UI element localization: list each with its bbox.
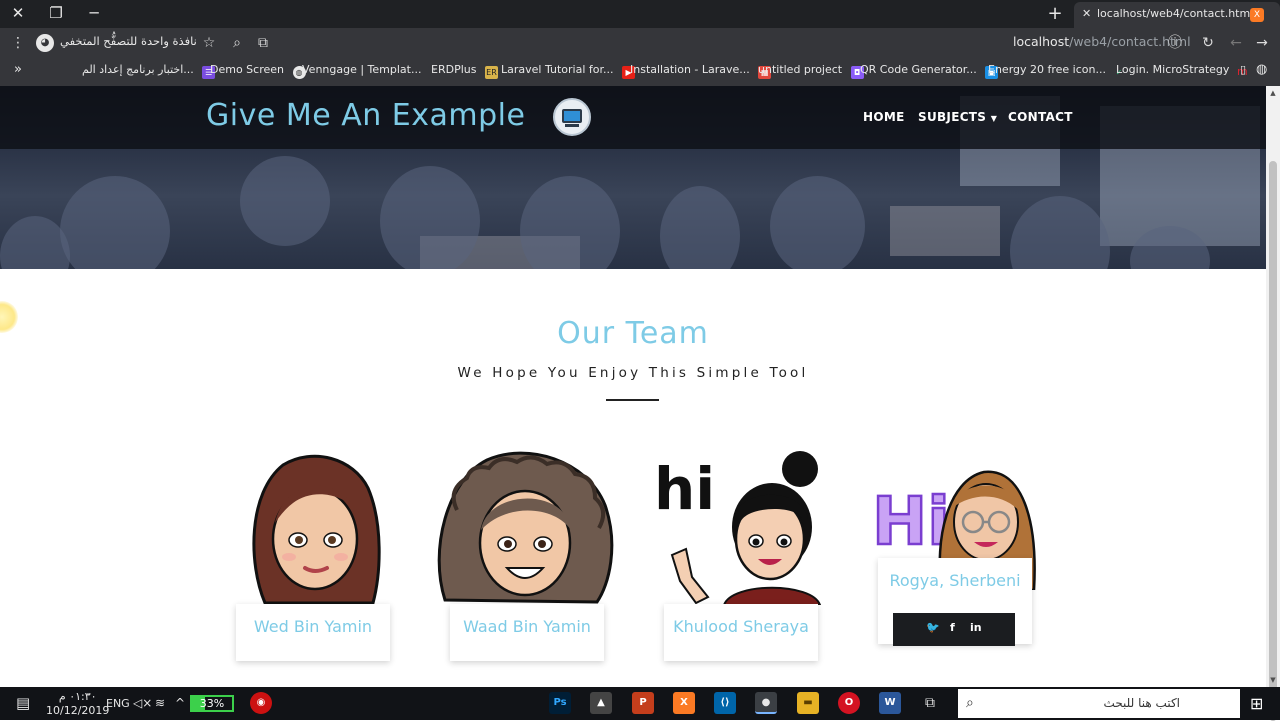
bookmark-item[interactable]: Energy 20 free icon... ✓ xyxy=(988,58,1130,86)
browser-toolbar: ⋮ ◕ نافذة واحدة للتصفُّح المتخفي ☆ ⌕ ⧉ l… xyxy=(0,28,1280,58)
windows-taskbar: ▤ ٠١:٣٠ م 10/12/2019 ENG ◁× ≋ ^ 33% ◉ Ps… xyxy=(0,687,1280,720)
bookmark-item[interactable]: untitled project ◘ xyxy=(758,58,869,86)
brand-logo-icon[interactable] xyxy=(553,98,591,136)
battery-percent: 33% xyxy=(199,697,225,710)
opera-icon[interactable]: O xyxy=(838,692,860,714)
word-icon[interactable]: W xyxy=(879,692,901,714)
bookmark-item[interactable]: Laravel Tutorial for... ▶ xyxy=(501,58,640,86)
clock-time[interactable]: ٠١:٣٠ م xyxy=(46,690,109,704)
nav-subjects[interactable]: SUBJECTS ▼ xyxy=(918,110,997,124)
notifications-icon[interactable]: ▤ xyxy=(16,687,30,720)
team-subtitle: We Hope You Enjoy This Simple Tool xyxy=(457,365,809,381)
bookmark-item[interactable]: Installation - Larave... ▦ xyxy=(630,58,776,86)
language-indicator[interactable]: ENG xyxy=(106,687,130,720)
volume-muted-icon[interactable]: ◁× xyxy=(133,687,152,720)
bookmark-item[interactable]: Login. MicroStrategy m xyxy=(1116,58,1254,86)
scrollbar-thumb[interactable] xyxy=(1269,161,1277,721)
browser-tab[interactable]: ✕ localhost/web4/contact.html X xyxy=(1074,2,1280,28)
incognito-icon[interactable]: ◕ xyxy=(36,34,54,52)
xampp-icon[interactable]: X xyxy=(673,692,695,714)
nav-home[interactable]: HOME xyxy=(863,110,905,124)
web-page: Give Me An Example HOME SUBJECTS ▼ CONTA… xyxy=(0,86,1266,687)
windows-start-icon[interactable]: ⊞ xyxy=(1250,687,1263,720)
restore-icon[interactable]: ❐ xyxy=(38,0,74,28)
scroll-down-icon[interactable]: ▼ xyxy=(1266,673,1280,687)
back-icon[interactable]: → xyxy=(1252,28,1272,58)
bookmark-item[interactable]: Venngage | Templat... ˅ xyxy=(302,58,446,86)
task-view-icon[interactable]: ⧉ xyxy=(925,687,935,720)
bookmarks-overflow-icon[interactable]: » xyxy=(14,58,22,86)
divider xyxy=(606,399,659,401)
new-tab-button[interactable]: + xyxy=(1045,3,1065,25)
bookmarks-bar: » اختبار برنامج إعداد الم... ☰ Demo Scre… xyxy=(0,58,1280,86)
wifi-icon[interactable]: ≋ xyxy=(155,687,165,720)
photos-icon[interactable]: ▲ xyxy=(590,692,612,714)
site-info-icon[interactable]: ⓘ xyxy=(1166,28,1184,58)
minimize-icon[interactable]: ─ xyxy=(76,0,112,28)
powerpoint-icon[interactable]: P xyxy=(632,692,654,714)
hero-banner: Give Me An Example HOME SUBJECTS ▼ CONTA… xyxy=(0,86,1266,269)
search-icon: ⌕ xyxy=(966,695,974,711)
avatar-hi-text: Hi xyxy=(872,483,950,560)
battery-indicator[interactable]: 33% xyxy=(190,695,234,712)
bookmark-item[interactable]: Demo Screen ◍ xyxy=(210,58,311,86)
member-name: Waad Bin Yamin xyxy=(463,617,591,636)
vscode-icon[interactable]: ⟨⟩ xyxy=(714,692,736,714)
facebook-icon[interactable]: f xyxy=(950,621,955,634)
member-name: Khulood Sheraya xyxy=(673,617,809,636)
bookmark-item[interactable]: QR Code Generator... ▣ xyxy=(860,58,1003,86)
avatar-khulood: hi xyxy=(654,451,822,605)
file-explorer-icon[interactable]: ▬ xyxy=(797,692,819,714)
bookmark-item[interactable]: ERDPlus ER xyxy=(431,58,503,86)
photoshop-icon[interactable]: Ps xyxy=(549,692,571,714)
forward-icon[interactable]: ← xyxy=(1226,28,1246,58)
xampp-favicon-icon: X xyxy=(1250,8,1264,22)
chrome-icon[interactable]: ● xyxy=(755,692,777,714)
bookmark-item[interactable]: اختبار برنامج إعداد الم... ☰ xyxy=(82,58,220,86)
member-name: Rogya, Sherbeni xyxy=(889,571,1021,590)
linkedin-icon[interactable]: in xyxy=(970,621,982,634)
member-card: Waad Bin Yamin xyxy=(450,604,604,661)
security-app-icon[interactable]: ◉ xyxy=(250,692,272,714)
avatar-hi-text: hi xyxy=(654,455,715,523)
address-bar[interactable]: localhost/web4/contact.html xyxy=(195,30,1280,56)
erdplus-icon: ER xyxy=(484,66,498,79)
tab-title: localhost/web4/contact.html xyxy=(1097,7,1254,20)
url-host: localhost xyxy=(1013,34,1070,49)
team-title: Our Team xyxy=(557,316,709,351)
social-links: 🐦 f in xyxy=(893,613,1015,646)
clock-date[interactable]: 10/12/2019 xyxy=(46,704,109,718)
incognito-label: نافذة واحدة للتصفُّح المتخفي xyxy=(60,34,197,48)
caret-down-icon: ▼ xyxy=(990,114,998,123)
brand-title[interactable]: Give Me An Example xyxy=(206,98,525,133)
browser-title-bar: ✕ ❐ ─ + ✕ localhost/web4/contact.html X xyxy=(0,0,1280,28)
taskbar-search-input[interactable]: اكتب هنا للبحث ⌕ xyxy=(958,689,1240,718)
member-name: Wed Bin Yamin xyxy=(253,617,373,636)
avatar-waad xyxy=(437,451,614,604)
nav-contact[interactable]: CONTACT xyxy=(1008,110,1073,124)
twitter-icon[interactable]: 🐦 xyxy=(926,621,940,634)
member-card: Khulood Sheraya xyxy=(664,604,818,661)
page-scrollbar[interactable]: ▲ ▼ xyxy=(1266,86,1280,721)
bookmark-folder-icon[interactable]: ▯ xyxy=(1240,58,1246,86)
show-hidden-icons-icon[interactable]: ^ xyxy=(175,687,185,720)
member-card: Wed Bin Yamin xyxy=(236,604,390,661)
menu-icon[interactable]: ⋮ xyxy=(10,28,26,58)
avatar-wed xyxy=(252,454,381,605)
close-icon[interactable]: ✕ xyxy=(0,0,36,28)
globe-icon[interactable]: ◍ xyxy=(1256,58,1267,86)
reload-icon[interactable]: ↻ xyxy=(1198,28,1218,58)
site-navbar: Give Me An Example HOME SUBJECTS ▼ CONTA… xyxy=(0,86,1266,149)
search-placeholder: اكتب هنا للبحث xyxy=(1103,696,1180,710)
close-tab-icon[interactable]: ✕ xyxy=(1082,2,1091,26)
scroll-up-icon[interactable]: ▲ xyxy=(1266,86,1280,100)
